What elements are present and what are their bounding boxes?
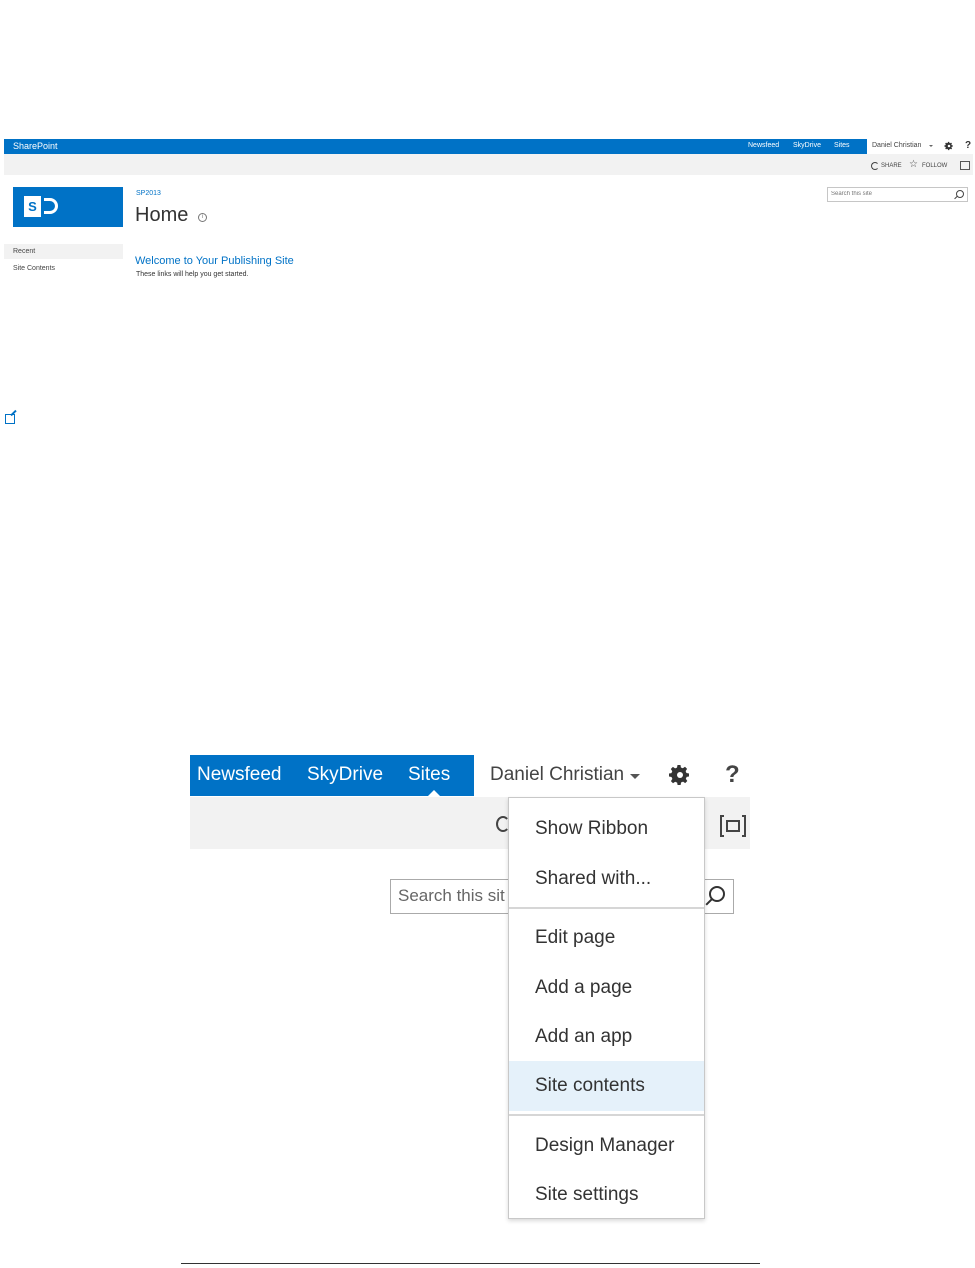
edit-links-icon[interactable]	[5, 414, 15, 424]
ribbon-bar	[4, 154, 973, 175]
info-icon[interactable]: i	[198, 213, 207, 222]
search-input[interactable]	[831, 191, 946, 197]
menu-separator	[509, 1114, 704, 1116]
zoom-user-menu[interactable]: Daniel Christian	[490, 764, 624, 786]
zoom-gear-icon[interactable]	[668, 763, 692, 787]
zoom-sites-link[interactable]: Sites	[408, 764, 450, 786]
newsfeed-link[interactable]: Newsfeed	[748, 142, 779, 149]
help-icon[interactable]: ?	[965, 140, 971, 151]
share-button[interactable]: SHARE	[881, 163, 902, 169]
user-menu[interactable]: Daniel Christian	[872, 142, 921, 149]
chevron-down-icon[interactable]	[929, 145, 933, 147]
menu-item-show-ribbon[interactable]: Show Ribbon	[509, 806, 704, 852]
skydrive-link[interactable]: SkyDrive	[793, 142, 821, 149]
gear-icon[interactable]	[944, 141, 954, 151]
star-icon[interactable]: ☆	[909, 160, 918, 170]
zoom-search-icon[interactable]	[709, 886, 725, 902]
page-title: Home	[135, 204, 189, 226]
focus-on-content-icon[interactable]	[960, 161, 970, 170]
search-box	[827, 187, 968, 202]
zoom-chevron-down-icon[interactable]	[630, 774, 640, 779]
sites-active-pointer	[428, 790, 440, 796]
zoom-skydrive-link[interactable]: SkyDrive	[307, 764, 383, 786]
zoom-help-icon[interactable]: ?	[725, 761, 740, 789]
settings-menu: Show Ribbon Shared with... Edit page Add…	[508, 797, 705, 1219]
menu-item-add-a-page[interactable]: Add a page	[509, 965, 704, 1011]
zoom-newsfeed-link[interactable]: Newsfeed	[197, 764, 282, 786]
menu-separator	[509, 907, 704, 909]
menu-item-site-settings[interactable]: Site settings	[509, 1172, 704, 1218]
menu-item-design-manager[interactable]: Design Manager	[509, 1123, 704, 1169]
suite-bar: SharePoint Newsfeed SkyDrive Sites Danie…	[4, 139, 973, 154]
welcome-subtitle: These links will help you get started.	[136, 271, 249, 278]
sharepoint-logo-icon: S	[24, 196, 41, 217]
menu-item-shared-with[interactable]: Shared with...	[509, 856, 704, 902]
zoom-search-placeholder: Search this sit	[398, 886, 505, 905]
follow-button[interactable]: FOLLOW	[922, 163, 947, 169]
menu-item-edit-page[interactable]: Edit page	[509, 915, 704, 961]
menu-item-site-contents[interactable]: Site contents	[509, 1061, 704, 1111]
sites-link[interactable]: Sites	[834, 142, 850, 149]
quick-launch-site-contents[interactable]: Site Contents	[13, 265, 55, 272]
share-icon[interactable]	[871, 162, 879, 170]
menu-item-add-an-app[interactable]: Add an app	[509, 1014, 704, 1060]
quick-launch-recent[interactable]: Recent	[13, 248, 35, 255]
welcome-title: Welcome to Your Publishing Site	[135, 255, 294, 267]
focus-bracket-right	[742, 815, 746, 837]
breadcrumb[interactable]: SP2013	[136, 190, 161, 197]
bottom-divider	[181, 1263, 760, 1264]
user-area: Daniel Christian ?	[867, 139, 973, 154]
focus-bracket-left	[720, 815, 724, 837]
zoom-focus-on-content-icon[interactable]	[726, 820, 740, 832]
search-icon[interactable]	[956, 190, 964, 198]
sharepoint-brand[interactable]: SharePoint	[13, 141, 58, 151]
